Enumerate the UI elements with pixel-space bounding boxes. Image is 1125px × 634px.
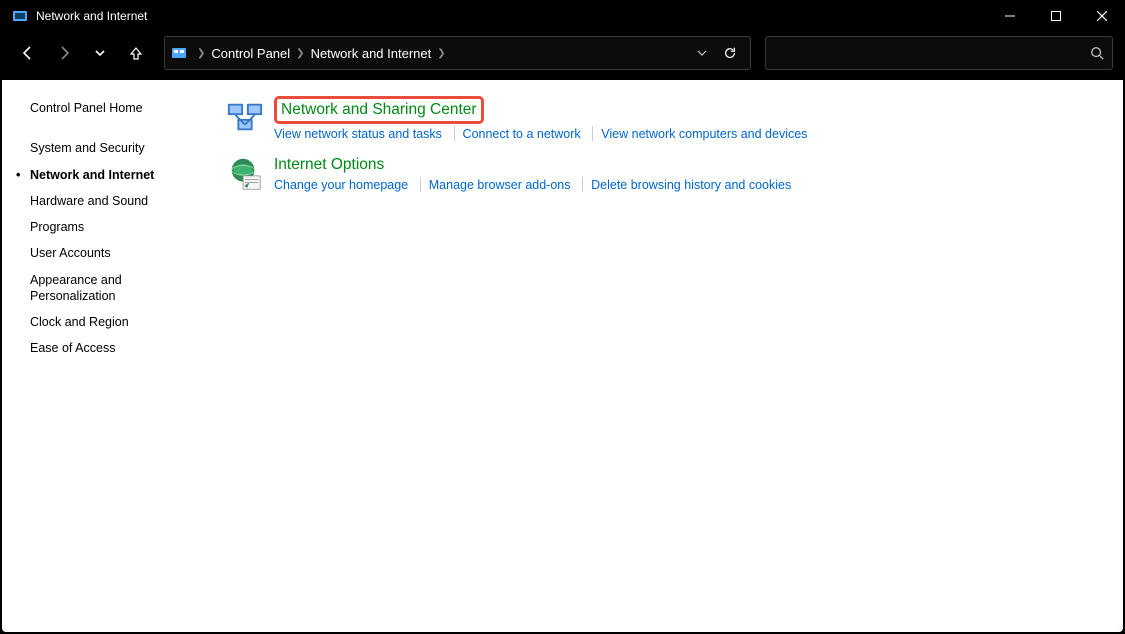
sidebar-item-system-security[interactable]: System and Security bbox=[30, 140, 194, 156]
sub-link[interactable]: View network computers and devices bbox=[601, 127, 807, 141]
dropdown-icon[interactable] bbox=[688, 48, 716, 58]
sub-link[interactable]: Change your homepage bbox=[274, 178, 408, 192]
recent-locations-button[interactable] bbox=[84, 37, 116, 69]
category-title-link[interactable]: Network and Sharing Center bbox=[281, 100, 477, 120]
breadcrumb-item[interactable]: Network and Internet bbox=[309, 44, 434, 63]
up-button[interactable] bbox=[120, 37, 152, 69]
refresh-button[interactable] bbox=[716, 46, 744, 60]
window: Network and Internet ❯ Co bbox=[0, 0, 1125, 634]
sidebar-item-user-accounts[interactable]: User Accounts bbox=[30, 245, 194, 261]
network-sharing-icon bbox=[226, 98, 264, 136]
sub-link[interactable]: Connect to a network bbox=[463, 127, 581, 141]
chevron-right-icon: ❯ bbox=[292, 48, 308, 59]
category-internet-options: Internet Options Change your homepage Ma… bbox=[226, 155, 1099, 193]
chevron-right-icon: ❯ bbox=[433, 48, 449, 59]
content-area: Control Panel Home System and Security N… bbox=[2, 80, 1123, 632]
window-title: Network and Internet bbox=[36, 9, 147, 23]
sidebar-item-clock-region[interactable]: Clock and Region bbox=[30, 314, 194, 330]
sub-link[interactable]: Manage browser add-ons bbox=[429, 178, 571, 192]
internet-options-icon bbox=[226, 155, 264, 193]
navbar: ❯ Control Panel ❯ Network and Internet ❯ bbox=[0, 32, 1125, 74]
maximize-button[interactable] bbox=[1033, 0, 1079, 32]
breadcrumb-item[interactable]: Control Panel bbox=[209, 44, 292, 63]
forward-button[interactable] bbox=[48, 37, 80, 69]
minimize-button[interactable] bbox=[987, 0, 1033, 32]
search-icon bbox=[1090, 46, 1104, 60]
category-title-link[interactable]: Internet Options bbox=[274, 155, 384, 175]
main-panel: Network and Sharing Center View network … bbox=[202, 80, 1123, 632]
chevron-right-icon: ❯ bbox=[193, 48, 209, 59]
sidebar-item-ease-of-access[interactable]: Ease of Access bbox=[30, 340, 194, 356]
titlebar: Network and Internet bbox=[0, 0, 1125, 32]
search-box[interactable] bbox=[765, 36, 1113, 70]
sub-link[interactable]: Delete browsing history and cookies bbox=[591, 178, 791, 192]
control-panel-icon bbox=[171, 45, 187, 61]
sidebar-item-programs[interactable]: Programs bbox=[30, 219, 194, 235]
category-network-sharing: Network and Sharing Center View network … bbox=[226, 98, 1099, 141]
sidebar-item-appearance[interactable]: Appearance and Personalization bbox=[30, 272, 194, 305]
sidebar-item-network-internet[interactable]: Network and Internet bbox=[30, 167, 194, 183]
sub-link[interactable]: View network status and tasks bbox=[274, 127, 442, 141]
app-icon bbox=[12, 8, 28, 24]
address-bar[interactable]: ❯ Control Panel ❯ Network and Internet ❯ bbox=[164, 36, 751, 70]
close-button[interactable] bbox=[1079, 0, 1125, 32]
back-button[interactable] bbox=[12, 37, 44, 69]
highlight-annotation: Network and Sharing Center bbox=[274, 96, 484, 124]
sidebar-item-hardware-sound[interactable]: Hardware and Sound bbox=[30, 193, 194, 209]
sidebar-home[interactable]: Control Panel Home bbox=[30, 100, 194, 116]
sidebar: Control Panel Home System and Security N… bbox=[2, 80, 202, 632]
